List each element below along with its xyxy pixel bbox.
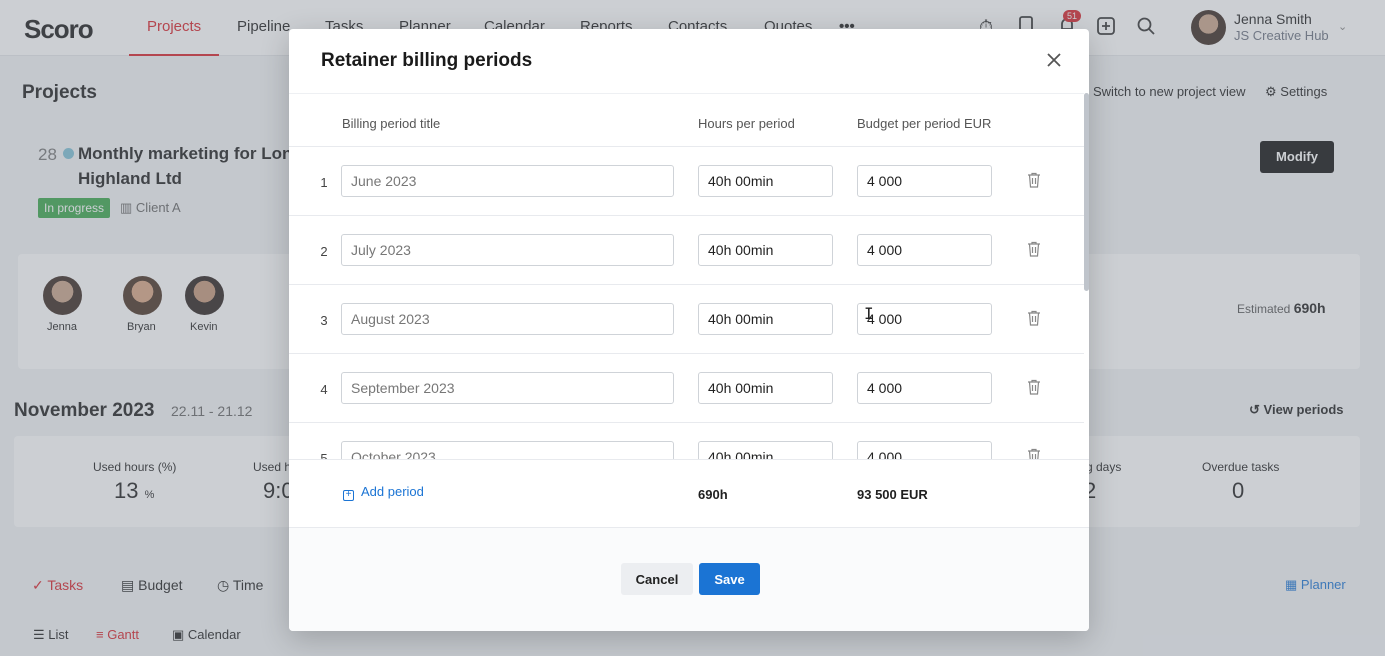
hours-per-period-input[interactable]	[698, 441, 833, 459]
table-row: 1	[289, 146, 1084, 215]
row-number: 5	[320, 451, 328, 459]
budget-per-period-input[interactable]	[857, 234, 992, 266]
plus-square-icon: +	[343, 490, 354, 501]
save-button[interactable]: Save	[699, 563, 760, 595]
text-cursor-icon: I	[864, 304, 874, 323]
hours-per-period-input[interactable]	[698, 234, 833, 266]
total-budget: 93 500 EUR	[857, 487, 928, 502]
billing-period-title-input[interactable]	[341, 303, 674, 335]
budget-per-period-input[interactable]	[857, 441, 992, 459]
column-header-hours: Hours per period	[698, 116, 795, 131]
trash-icon[interactable]	[1027, 379, 1041, 395]
budget-per-period-input[interactable]	[857, 303, 992, 335]
table-scrollbar[interactable]	[1084, 93, 1089, 291]
row-number: 3	[320, 313, 328, 328]
billing-period-title-input[interactable]	[341, 234, 674, 266]
billing-period-title-input[interactable]	[341, 441, 674, 459]
dialog-actions: Cancel Save	[289, 527, 1089, 631]
total-hours: 690h	[698, 487, 728, 502]
budget-per-period-input[interactable]	[857, 165, 992, 197]
billing-period-title-input[interactable]	[341, 165, 674, 197]
cancel-button[interactable]: Cancel	[621, 563, 693, 595]
hours-per-period-input[interactable]	[698, 165, 833, 197]
row-number: 1	[320, 175, 328, 190]
trash-icon[interactable]	[1027, 241, 1041, 257]
hours-per-period-input[interactable]	[698, 303, 833, 335]
table-row: 5	[289, 422, 1084, 459]
budget-per-period-input[interactable]	[857, 372, 992, 404]
billing-periods-table: Billing period title Hours per period Bu…	[289, 93, 1084, 459]
trash-icon[interactable]	[1027, 172, 1041, 188]
row-number: 2	[320, 244, 328, 259]
add-period-button[interactable]: + Add period	[343, 484, 424, 501]
close-icon[interactable]	[1043, 49, 1065, 71]
table-row: 3	[289, 284, 1084, 353]
totals-row: + Add period 690h 93 500 EUR	[289, 459, 1089, 527]
trash-icon[interactable]	[1027, 310, 1041, 326]
hours-per-period-input[interactable]	[698, 372, 833, 404]
billing-period-title-input[interactable]	[341, 372, 674, 404]
trash-icon[interactable]	[1027, 448, 1041, 459]
add-period-label: Add period	[361, 484, 424, 499]
column-header-title: Billing period title	[342, 116, 441, 131]
column-header-budget: Budget per period EUR	[857, 116, 992, 131]
retainer-billing-periods-dialog: Retainer billing periods Billing period …	[289, 29, 1089, 631]
table-row: 4	[289, 353, 1084, 422]
table-row: 2	[289, 215, 1084, 284]
dialog-title: Retainer billing periods	[321, 50, 533, 71]
row-number: 4	[320, 382, 328, 397]
